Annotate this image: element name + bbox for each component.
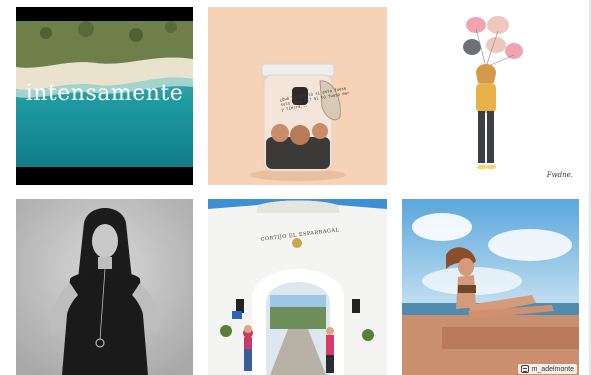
post-tile-3[interactable]: Fwdne. [402,7,579,185]
repost-handle: m_adelmonte [531,365,574,373]
artist-signature: Fwdne. [546,171,573,179]
post-image-archway [208,199,387,375]
post-tile-5[interactable]: CORTIJO EL ESPARRAGAL [208,199,387,375]
repost-icon [520,365,529,373]
post-tile-1[interactable]: intensamente [16,7,193,185]
post-tile-4[interactable] [16,199,193,375]
post-caption-wordmark: intensamente [25,81,184,106]
post-image-beach [402,199,579,375]
repost-badge: m_adelmonte [517,364,577,374]
post-tile-6[interactable]: m_adelmonte [402,199,579,375]
post-image-illustration [402,7,579,185]
post-tile-2[interactable]: ¿Qué harías tú si esto fuese solo para t… [208,7,387,185]
post-image-portrait [16,199,193,375]
